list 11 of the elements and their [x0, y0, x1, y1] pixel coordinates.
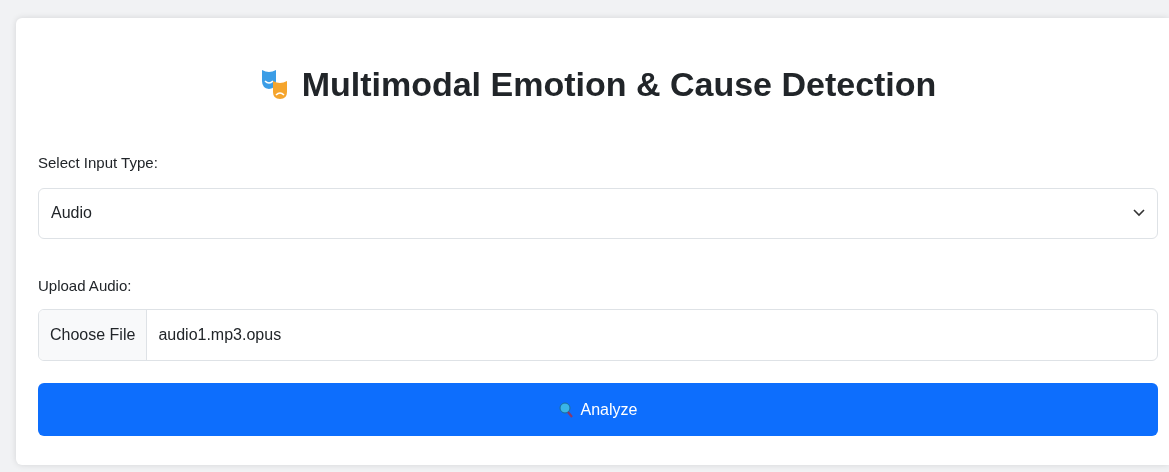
file-input[interactable]: Choose File audio1.mp3.opus: [38, 309, 1158, 361]
choose-file-button[interactable]: Choose File: [39, 310, 148, 360]
analyze-button[interactable]: Analyze: [38, 383, 1158, 436]
field-label: Select Input Type:: [38, 153, 159, 173]
input-type-select[interactable]: Audio: [38, 187, 1158, 239]
page-title: Multimodal Emotion & Cause Detection: [301, 63, 937, 105]
magnifier-icon: [558, 401, 573, 418]
file-name: audio1.mp3.opus: [157, 325, 282, 345]
field-label: Upload Audio:: [38, 275, 133, 296]
theater-masks-icon: [259, 68, 290, 100]
chevron-down-icon: [1133, 209, 1145, 217]
